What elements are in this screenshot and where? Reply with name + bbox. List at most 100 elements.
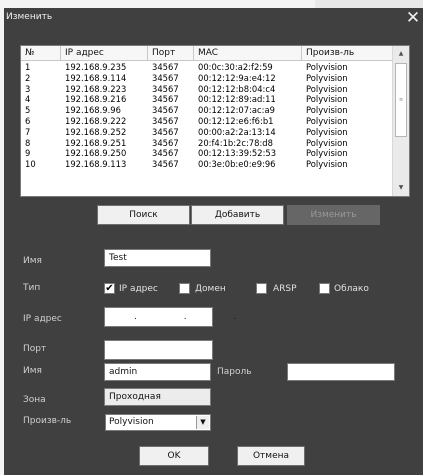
row-port: 34567	[152, 115, 179, 126]
row-mac: 20:f4:1b:2c:78:d8	[198, 137, 273, 148]
row-ip: 192.168.9.96	[65, 105, 121, 116]
row-ip: 192.168.9.251	[65, 137, 127, 148]
list-scrollbar[interactable]: ▲ ≡ ▼	[392, 46, 409, 196]
row-ip: 192.168.9.223	[65, 83, 127, 94]
scrollbar-thumb[interactable]: ≡	[395, 63, 407, 137]
search-button[interactable]: Поиск	[97, 205, 190, 225]
edit-device-dialog: Изменить ✕ № IP адрес Порт MAC Произв-ль…	[4, 8, 423, 475]
row-number: 4	[25, 94, 31, 105]
ip-address-label: IP адрес	[23, 314, 62, 324]
row-mac: 00:12:12:89:ad:11	[198, 94, 276, 105]
add-button[interactable]: Добавить	[191, 205, 284, 225]
row-port: 34567	[152, 137, 179, 148]
title-bar: Изменить ✕	[4, 8, 423, 28]
row-number: 7	[25, 126, 31, 137]
username-field[interactable]: admin	[104, 363, 211, 381]
table-row[interactable]: 3 192.168.9.223 34567 00:12:12:b8:04:c4 …	[21, 84, 393, 95]
column-header-number[interactable]: №	[21, 46, 61, 60]
row-number: 1	[25, 62, 31, 72]
grip-icon: ≡	[399, 97, 404, 103]
row-number: 2	[25, 72, 31, 83]
row-mac: 00:3e:0b:e0:e9:96	[198, 159, 276, 170]
arsp-type-label: ARSP	[273, 284, 297, 294]
ip-type-label: IP адрес	[119, 284, 158, 294]
row-mac: 00:12:12:9a:e4:12	[198, 72, 276, 83]
row-ip: 192.168.9.250	[65, 148, 127, 159]
row-number: 6	[25, 115, 31, 126]
close-icon[interactable]: ✕	[405, 10, 421, 27]
name-field[interactable]: Test	[104, 249, 211, 267]
maker-select[interactable]: Polyvision ▼	[105, 414, 211, 431]
scroll-up-arrow-icon[interactable]: ▲	[393, 46, 409, 62]
row-ip: 192.168.9.114	[65, 72, 127, 83]
column-header-mac[interactable]: MAC	[194, 46, 302, 60]
row-maker: Polyvision	[306, 159, 348, 170]
row-maker: Polyvision	[306, 115, 348, 126]
table-row[interactable]: 8 192.168.9.251 34567 20:f4:1b:2c:78:d8 …	[21, 138, 393, 149]
table-row[interactable]: 5 192.168.9.96 34567 00:12:12:07:ac:a9 P…	[21, 105, 393, 116]
ip-address-field[interactable]: . . .	[104, 307, 236, 327]
row-maker: Polyvision	[306, 105, 348, 116]
row-port: 34567	[152, 83, 179, 94]
row-port: 34567	[152, 94, 179, 105]
ip-address-dots: . . .	[134, 312, 259, 322]
zone-label: Зона	[23, 395, 46, 405]
row-port: 34567	[152, 126, 179, 137]
ok-button[interactable]: OK	[139, 446, 209, 466]
chevron-down-icon[interactable]: ▼	[196, 416, 209, 429]
row-number: 10	[25, 159, 36, 170]
cloud-type-checkbox[interactable]	[319, 283, 330, 294]
row-port: 34567	[152, 148, 179, 159]
row-maker: Polyvision	[306, 137, 348, 148]
row-port: 34567	[152, 159, 179, 170]
row-mac: 00:12:12:b8:04:c4	[198, 83, 276, 94]
row-mac: 00:12:12:07:ac:a9	[198, 105, 275, 116]
table-row[interactable]: 6 192.168.9.222 34567 00:12:12:e6:f6:b1 …	[21, 116, 393, 127]
column-header-ip[interactable]: IP адрес	[61, 46, 148, 60]
row-port: 34567	[152, 62, 179, 72]
arsp-type-checkbox[interactable]	[256, 283, 267, 294]
column-header-port[interactable]: Порт	[148, 46, 194, 60]
table-row[interactable]: 1 192.168.9.235 34567 00:0c:30:a2:f2:59 …	[21, 62, 393, 73]
scroll-down-arrow-icon[interactable]: ▼	[393, 180, 409, 196]
row-number: 8	[25, 137, 31, 148]
username-label: Имя	[23, 366, 42, 376]
row-ip: 192.168.9.113	[65, 159, 127, 170]
cancel-button[interactable]: Отмена	[237, 446, 305, 466]
table-row[interactable]: 7 192.168.9.252 34567 00:00:a2:2a:13:14 …	[21, 127, 393, 138]
domain-type-label: Домен	[195, 284, 226, 294]
device-list[interactable]: № IP адрес Порт MAC Произв-ль 1 192.168.…	[20, 45, 410, 197]
maker-select-value: Polyvision	[109, 417, 154, 427]
row-mac: 00:12:12:e6:f6:b1	[198, 115, 274, 126]
zone-field: Проходная	[104, 388, 211, 406]
row-mac: 00:12:13:39:52:53	[198, 148, 277, 159]
row-mac: 00:00:a2:2a:13:14	[198, 126, 276, 137]
row-number: 3	[25, 83, 31, 94]
list-rows: 1 192.168.9.235 34567 00:0c:30:a2:f2:59 …	[21, 62, 393, 170]
row-ip: 192.168.9.222	[65, 115, 127, 126]
table-row[interactable]: 2 192.168.9.114 34567 00:12:12:9a:e4:12 …	[21, 73, 393, 84]
row-number: 5	[25, 105, 31, 116]
password-label: Пароль	[217, 367, 252, 377]
table-row[interactable]: 10 192.168.9.113 34567 00:3e:0b:e0:e9:96…	[21, 159, 393, 170]
row-port: 34567	[152, 72, 179, 83]
row-maker: Polyvision	[306, 62, 348, 72]
row-ip: 192.168.9.235	[65, 62, 127, 72]
edit-button: Изменить	[287, 205, 380, 225]
column-header-maker[interactable]: Произв-ль	[302, 46, 393, 60]
row-ip: 192.168.9.252	[65, 126, 127, 137]
domain-type-checkbox[interactable]	[179, 283, 190, 294]
password-field[interactable]	[287, 363, 395, 381]
ip-type-checkbox[interactable]: ✔	[104, 283, 115, 294]
row-maker: Polyvision	[306, 126, 348, 137]
table-row[interactable]: 9 192.168.9.250 34567 00:12:13:39:52:53 …	[21, 148, 393, 159]
port-field[interactable]	[104, 340, 213, 360]
name-label: Имя	[23, 256, 42, 266]
dialog-title: Изменить	[6, 12, 53, 22]
table-row[interactable]: 4 192.168.9.216 34567 00:12:12:89:ad:11 …	[21, 94, 393, 105]
row-mac: 00:0c:30:a2:f2:59	[198, 62, 273, 72]
type-label: Тип	[23, 283, 41, 293]
row-ip: 192.168.9.216	[65, 94, 127, 105]
row-maker: Polyvision	[306, 148, 348, 159]
cloud-type-label: Облако	[334, 284, 369, 294]
